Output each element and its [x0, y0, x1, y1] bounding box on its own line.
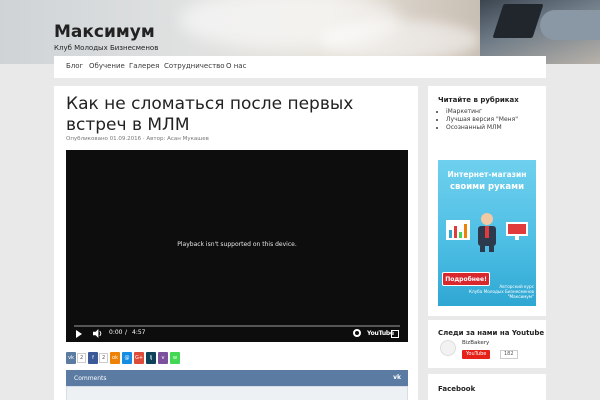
vk-icon[interactable]: vk — [393, 374, 401, 381]
course-banner[interactable]: Интернет-магазин своими руками Подробнее… — [438, 160, 536, 306]
chart-icon — [446, 220, 470, 240]
share-odnoklassniki-button[interactable]: ok — [110, 352, 120, 364]
nav-item-training[interactable]: Обучение — [89, 62, 125, 70]
laptop-screen — [492, 4, 544, 38]
video-progress-bar[interactable] — [74, 325, 400, 327]
widget-categories: Читайте в рубриках iМаркетинг Лучшая вер… — [428, 86, 546, 150]
widget-categories-title: Читайте в рубриках — [438, 96, 519, 104]
category-item-imarketing[interactable]: iМаркетинг — [446, 108, 518, 116]
settings-gear-icon[interactable] — [353, 329, 361, 337]
monitor-icon — [506, 222, 528, 240]
widget-banner: Интернет-магазин своими руками Подробнее… — [428, 150, 546, 316]
laptop-arm — [540, 10, 600, 40]
banner-heading-line1: Интернет-магазин — [447, 170, 527, 179]
businessman-illustration-icon — [478, 213, 496, 252]
video-message: Playback isn't supported on this device. — [177, 241, 297, 248]
category-item-conscious-mlm[interactable]: Осознанный МЛМ — [446, 124, 518, 132]
site-title[interactable]: Максимум — [54, 22, 155, 42]
banner-heading-line2: своими руками — [449, 182, 525, 192]
nav-item-about[interactable]: О нас — [226, 62, 246, 70]
share-facebook-button[interactable]: f — [88, 352, 98, 364]
play-icon[interactable] — [76, 330, 82, 338]
share-vk-button[interactable]: vk — [66, 352, 76, 364]
video-player[interactable]: Playback isn't supported on this device.… — [66, 150, 408, 342]
comments-header: Comments vk — [66, 370, 408, 386]
header-laptop-image — [480, 0, 600, 64]
video-time-current: 0:00 — [109, 329, 123, 336]
share-googleplus-button[interactable]: G+ — [134, 352, 144, 364]
comments-label: Comments — [74, 375, 107, 382]
youtube-logo[interactable]: YouTube — [367, 330, 394, 337]
category-item-best-version[interactable]: Лучшая версия "Меня" — [446, 116, 518, 124]
widget-youtube-title: Следи за нами на Youtube — [438, 329, 545, 337]
header-cloud — [320, 20, 480, 60]
banner-note-line: "Максимум" — [507, 294, 534, 299]
main-navigation: Блог Обучение Галерея Сотрудничество О н… — [54, 56, 546, 78]
volume-icon[interactable] — [93, 329, 102, 338]
youtube-subscribe-button[interactable]: YouTube — [462, 350, 491, 359]
channel-name[interactable]: BizBakery — [462, 340, 489, 346]
share-livejournal-button[interactable]: lj — [146, 352, 156, 364]
article: Как не сломаться после первых встреч в М… — [54, 86, 418, 400]
post-title: Как не сломаться после первых встреч в М… — [66, 94, 354, 135]
widget-facebook: Facebook — [428, 374, 546, 400]
post-meta: Опубликовано 01.09.2016 · Автор: Асан Му… — [66, 136, 209, 142]
banner-note: Авторский курс Клуба Молодых Бизнесменов… — [468, 284, 534, 299]
nav-item-cooperation[interactable]: Сотрудничество — [164, 62, 225, 70]
share-whatsapp-button[interactable]: w — [170, 352, 180, 364]
video-time-total: 4:57 — [132, 329, 146, 336]
widget-facebook-title: Facebook — [438, 385, 476, 393]
category-list: iМаркетинг Лучшая версия "Меня" Осознанн… — [446, 108, 518, 132]
site-header: Максимум Клуб Молодых Бизнесменов — [0, 0, 600, 64]
share-viber-button[interactable]: v — [158, 352, 168, 364]
fullscreen-icon[interactable] — [391, 330, 399, 338]
comment-input[interactable] — [66, 386, 408, 400]
site-description: Клуб Молодых Бизнесменов — [54, 44, 159, 52]
subscriber-count: 182 — [500, 350, 518, 359]
share-facebook-count: 2 — [99, 353, 109, 363]
video-time-separator: / — [125, 329, 128, 336]
widget-youtube: Следи за нами на Youtube BizBakery YouTu… — [428, 320, 546, 368]
nav-item-gallery[interactable]: Галерея — [129, 62, 159, 70]
share-vk-count: 2 — [77, 353, 87, 363]
share-mailru-button[interactable]: @ — [122, 352, 132, 364]
channel-avatar[interactable] — [440, 340, 456, 356]
nav-item-blog[interactable]: Блог — [66, 62, 83, 70]
